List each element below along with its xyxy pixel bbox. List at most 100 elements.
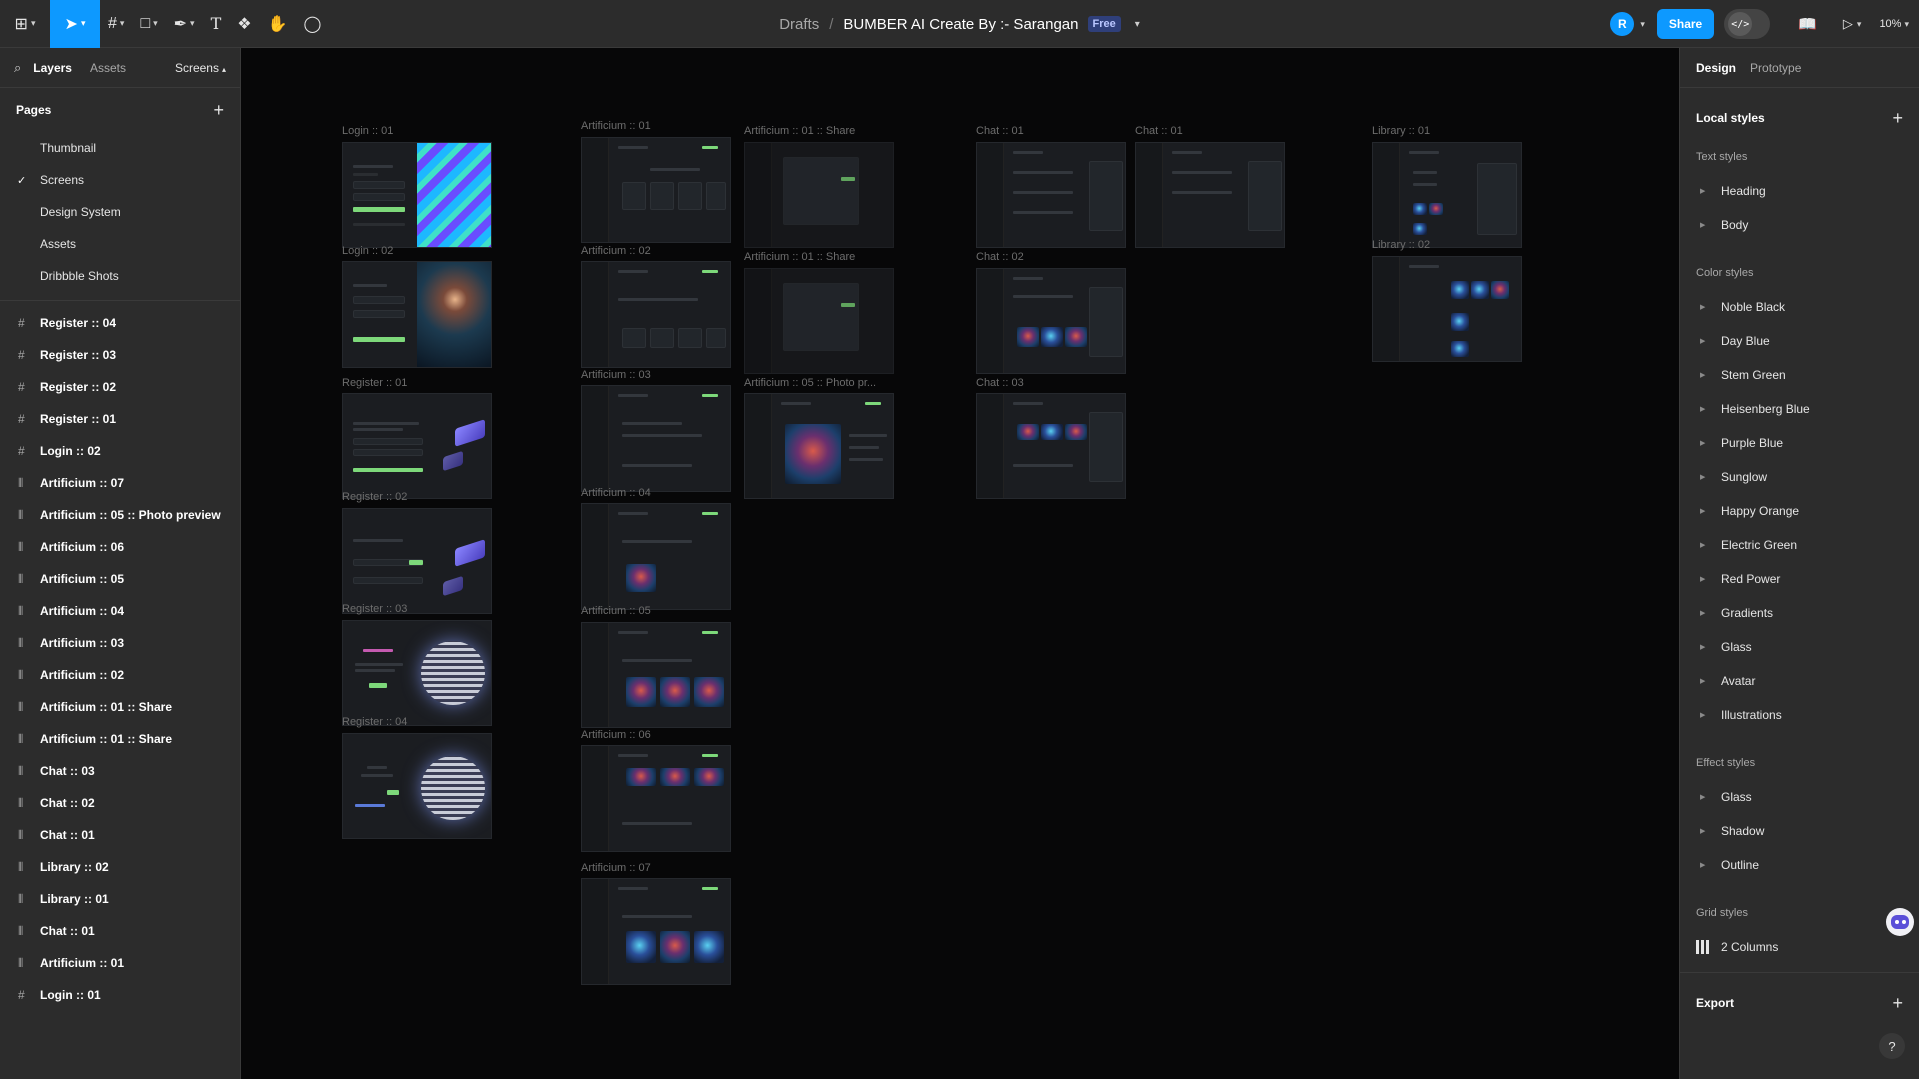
layer-item[interactable]: # Register :: 03 (0, 339, 240, 371)
frame-label-photo-preview[interactable]: Artificium :: 05 :: Photo pr... (744, 377, 876, 389)
chevron-down-icon[interactable]: ▾ (1135, 19, 1140, 30)
frame-register-01[interactable] (342, 393, 492, 499)
page-item[interactable]: Assets (0, 228, 240, 260)
color-style-item[interactable]: ▶ Day Blue (1680, 324, 1919, 358)
text-style-item[interactable]: ▶ Body (1680, 208, 1919, 242)
frame-label-artificium-05[interactable]: Artificium :: 05 (581, 605, 651, 617)
frame-artificium-01-share-1[interactable] (744, 142, 894, 248)
page-item[interactable]: Design System (0, 196, 240, 228)
frame-label-library-02[interactable]: Library :: 02 (1372, 239, 1430, 251)
comment-tool-button[interactable]: ◯ (296, 0, 330, 48)
frame-artificium-02[interactable] (581, 261, 731, 368)
layer-item[interactable]: ⦀ Artificium :: 03 (0, 627, 240, 659)
layer-item[interactable]: ⦀ Chat :: 01 (0, 915, 240, 947)
tab-prototype[interactable]: Prototype (1750, 61, 1801, 75)
frame-label-chat-01[interactable]: Chat :: 01 (976, 125, 1024, 137)
layer-item[interactable]: ⦀ Artificium :: 02 (0, 659, 240, 691)
tab-layers[interactable]: Layers (33, 61, 72, 75)
color-style-item[interactable]: ▶ Avatar (1680, 664, 1919, 698)
frame-chat-03[interactable] (976, 393, 1126, 499)
frame-artificium-05[interactable] (581, 622, 731, 728)
page-item[interactable]: ✓ Screens (0, 164, 240, 196)
layer-item[interactable]: ⦀ Library :: 01 (0, 883, 240, 915)
color-style-item[interactable]: ▶ Electric Green (1680, 528, 1919, 562)
grid-style-item[interactable]: 2 Columns (1680, 930, 1919, 964)
color-style-item[interactable]: ▶ Stem Green (1680, 358, 1919, 392)
layer-item[interactable]: # Login :: 02 (0, 435, 240, 467)
layer-item[interactable]: ⦀ Artificium :: 01 :: Share (0, 691, 240, 723)
page-item[interactable]: Thumbnail (0, 132, 240, 164)
color-style-item[interactable]: ▶ Sunglow (1680, 460, 1919, 494)
frame-artificium-05-photo-preview[interactable] (744, 393, 894, 499)
frame-label-register-04[interactable]: Register :: 04 (342, 716, 407, 728)
frame-register-03[interactable] (342, 620, 492, 726)
share-button[interactable]: Share (1656, 9, 1715, 39)
frame-label-register-03[interactable]: Register :: 03 (342, 603, 407, 615)
components-tool-button[interactable]: ❖ (229, 0, 259, 48)
frame-register-02[interactable] (342, 508, 492, 614)
tab-design[interactable]: Design (1696, 61, 1736, 75)
add-style-icon[interactable]: + (1892, 108, 1903, 129)
layer-item[interactable]: ⦀ Chat :: 03 (0, 755, 240, 787)
frame-label-artificium-06[interactable]: Artificium :: 06 (581, 729, 651, 741)
frame-label-login-02[interactable]: Login :: 02 (342, 245, 393, 257)
layer-item[interactable]: ⦀ Artificium :: 01 :: Share (0, 723, 240, 755)
search-icon[interactable]: ⌕ (14, 60, 21, 76)
frame-artificium-06[interactable] (581, 745, 731, 852)
frame-label-share-2[interactable]: Artificium :: 01 :: Share (744, 251, 855, 263)
text-tool-button[interactable]: T (203, 0, 230, 48)
frame-artificium-01-share-2[interactable] (744, 268, 894, 374)
effect-style-item[interactable]: ▶ Outline (1680, 848, 1919, 882)
page-selector[interactable]: Screens ▴ (175, 61, 226, 75)
dev-mode-toggle[interactable]: </> (1724, 9, 1771, 39)
layer-item[interactable]: ⦀ Artificium :: 05 :: Photo preview (0, 499, 240, 531)
layer-item[interactable]: # Register :: 02 (0, 371, 240, 403)
breadcrumb-drafts[interactable]: Drafts (779, 16, 819, 33)
add-export-icon[interactable]: + (1892, 993, 1903, 1014)
frame-artificium-04[interactable] (581, 503, 731, 610)
assistant-bot-icon[interactable] (1886, 908, 1914, 936)
library-book-icon[interactable]: 📖 (1798, 15, 1817, 33)
file-name[interactable]: BUMBER AI Create By :- Sarangan (843, 16, 1078, 33)
frame-label-share-1[interactable]: Artificium :: 01 :: Share (744, 125, 855, 137)
layer-item[interactable]: # Register :: 01 (0, 403, 240, 435)
frame-label-artificium-07[interactable]: Artificium :: 07 (581, 862, 651, 874)
frame-chat-01b[interactable] (1135, 142, 1285, 248)
layer-item[interactable]: ⦀ Chat :: 02 (0, 787, 240, 819)
color-style-item[interactable]: ▶ Red Power (1680, 562, 1919, 596)
frame-label-artificium-04[interactable]: Artificium :: 04 (581, 487, 651, 499)
layer-item[interactable]: # Register :: 04 (0, 307, 240, 339)
frame-label-register-01[interactable]: Register :: 01 (342, 377, 407, 389)
color-style-item[interactable]: ▶ Purple Blue (1680, 426, 1919, 460)
present-button[interactable]: ▷ ▾ (1843, 16, 1862, 32)
color-style-item[interactable]: ▶ Happy Orange (1680, 494, 1919, 528)
move-tool-button[interactable]: ➤ ▾ (50, 0, 100, 48)
tab-assets[interactable]: Assets (90, 61, 126, 75)
hand-tool-button[interactable]: ✋ (260, 0, 296, 48)
color-style-item[interactable]: ▶ Illustrations (1680, 698, 1919, 732)
frame-label-artificium-03[interactable]: Artificium :: 03 (581, 369, 651, 381)
effect-style-item[interactable]: ▶ Shadow (1680, 814, 1919, 848)
frame-label-library-01[interactable]: Library :: 01 (1372, 125, 1430, 137)
color-style-item[interactable]: ▶ Noble Black (1680, 290, 1919, 324)
add-page-icon[interactable]: + (213, 100, 224, 121)
shape-tool-button[interactable]: □ ▾ (132, 0, 165, 48)
frame-login-02[interactable] (342, 261, 492, 368)
text-style-item[interactable]: ▶ Heading (1680, 174, 1919, 208)
color-style-item[interactable]: ▶ Glass (1680, 630, 1919, 664)
frame-label-artificium-01[interactable]: Artificium :: 01 (581, 120, 651, 132)
frame-label-artificium-02[interactable]: Artificium :: 02 (581, 245, 651, 257)
frame-chat-01[interactable] (976, 142, 1126, 248)
frame-label-register-02[interactable]: Register :: 02 (342, 491, 407, 503)
frame-label-chat-01b[interactable]: Chat :: 01 (1135, 125, 1183, 137)
layer-item[interactable]: ⦀ Artificium :: 07 (0, 467, 240, 499)
effect-style-item[interactable]: ▶ Glass (1680, 780, 1919, 814)
frame-login-01[interactable] (342, 142, 492, 248)
layer-item[interactable]: ⦀ Artificium :: 01 (0, 947, 240, 979)
layer-item[interactable]: # Login :: 01 (0, 979, 240, 1011)
layer-item[interactable]: ⦀ Artificium :: 06 (0, 531, 240, 563)
frame-library-02[interactable] (1372, 256, 1522, 362)
frame-label-login-01[interactable]: Login :: 01 (342, 125, 393, 137)
page-item[interactable]: Dribbble Shots (0, 260, 240, 292)
zoom-control[interactable]: 10% ▾ (1879, 18, 1909, 30)
